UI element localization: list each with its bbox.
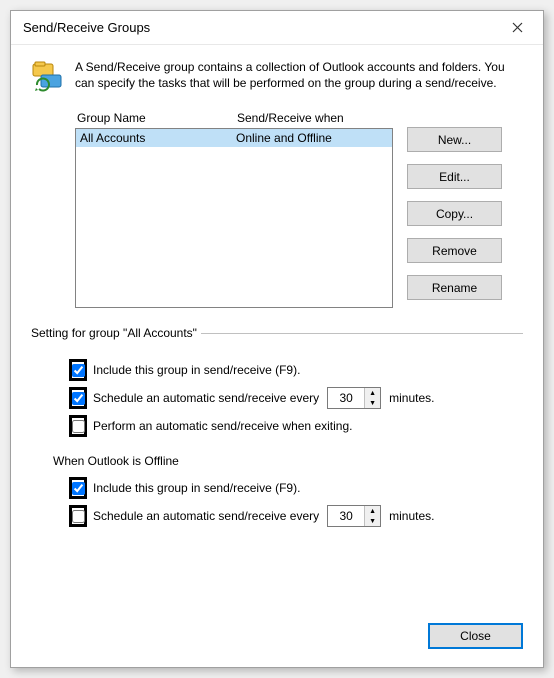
spin-down-icon[interactable]: ▼ <box>365 516 380 526</box>
send-receive-groups-dialog: Send/Receive Groups A Send/Receive group… <box>10 10 544 668</box>
exit-checkbox[interactable] <box>72 420 85 433</box>
include-offline-checkbox[interactable] <box>72 482 85 495</box>
col-header-name: Group Name <box>77 111 237 125</box>
spin-down-icon[interactable]: ▼ <box>365 398 380 408</box>
close-button[interactable]: Close <box>428 623 523 649</box>
cell-send-when: Online and Offline <box>236 131 390 145</box>
schedule-online-label: Schedule an automatic send/receive every <box>93 391 319 405</box>
cell-group-name: All Accounts <box>78 131 236 145</box>
table-row[interactable]: All Accounts Online and Offline <box>76 129 392 147</box>
remove-button[interactable]: Remove <box>407 238 502 263</box>
minutes-label: minutes. <box>389 509 434 523</box>
interval-online-input[interactable] <box>328 388 364 408</box>
minutes-label: minutes. <box>389 391 434 405</box>
copy-button[interactable]: Copy... <box>407 201 502 226</box>
interval-offline-input[interactable] <box>328 506 364 526</box>
schedule-offline-checkbox[interactable] <box>72 510 85 523</box>
col-header-when: Send/Receive when <box>237 111 391 125</box>
new-button[interactable]: New... <box>407 127 502 152</box>
settings-legend: Setting for group "All Accounts" <box>31 326 201 340</box>
include-offline-label: Include this group in send/receive (F9). <box>93 481 300 495</box>
offline-legend: When Outlook is Offline <box>53 454 523 468</box>
titlebar: Send/Receive Groups <box>11 11 543 45</box>
close-icon[interactable] <box>499 14 535 42</box>
group-icon <box>31 61 65 95</box>
include-online-label: Include this group in send/receive (F9). <box>93 363 300 377</box>
interval-online-stepper[interactable]: ▲▼ <box>327 387 381 409</box>
schedule-offline-label: Schedule an automatic send/receive every <box>93 509 319 523</box>
schedule-online-checkbox[interactable] <box>72 392 85 405</box>
rename-button[interactable]: Rename <box>407 275 502 300</box>
spin-up-icon[interactable]: ▲ <box>365 506 380 516</box>
edit-button[interactable]: Edit... <box>407 164 502 189</box>
dialog-description: A Send/Receive group contains a collecti… <box>75 59 523 95</box>
exit-label: Perform an automatic send/receive when e… <box>93 419 352 433</box>
interval-offline-stepper[interactable]: ▲▼ <box>327 505 381 527</box>
spin-up-icon[interactable]: ▲ <box>365 388 380 398</box>
grid-header: Group Name Send/Receive when <box>75 109 393 128</box>
include-online-checkbox[interactable] <box>72 364 85 377</box>
groups-list[interactable]: All Accounts Online and Offline <box>75 128 393 308</box>
dialog-title: Send/Receive Groups <box>23 20 150 35</box>
